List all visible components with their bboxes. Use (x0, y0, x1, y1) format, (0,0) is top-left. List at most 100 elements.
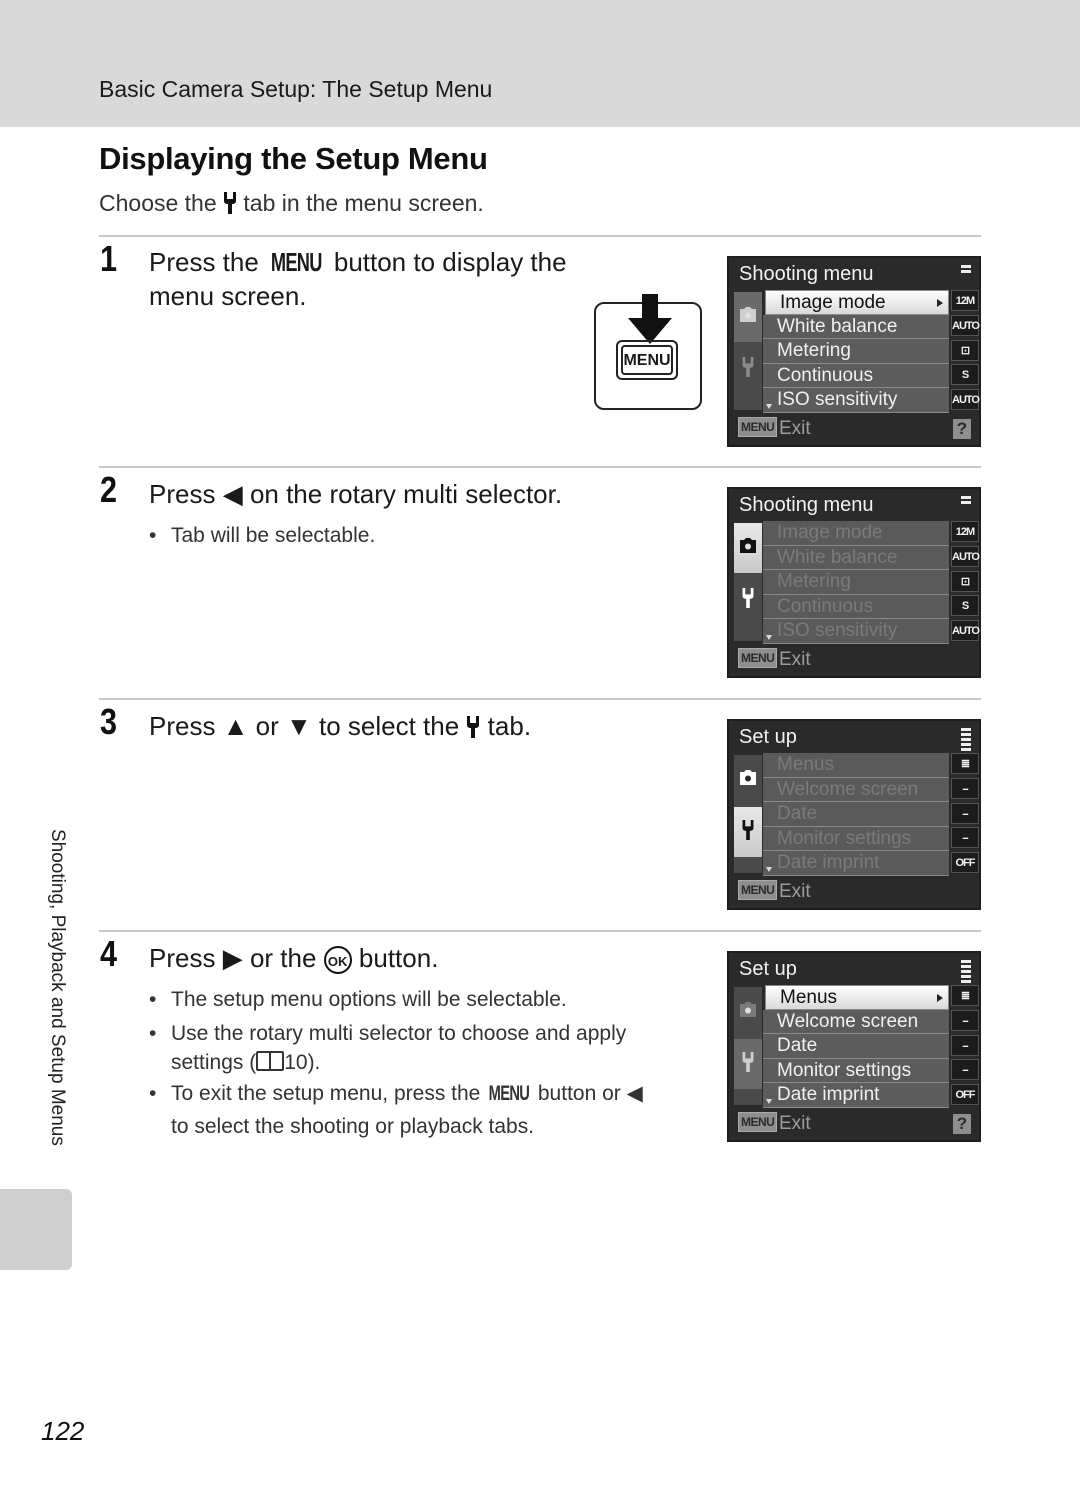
menu-item-label: Welcome screen (777, 1010, 919, 1032)
setting-value-icon: ⊡ (951, 570, 979, 592)
wrench-icon (224, 192, 237, 214)
menu-button-label: MENU (621, 345, 673, 375)
menu-item[interactable]: White balance (763, 545, 949, 571)
menu-item[interactable]: Image mode (763, 521, 949, 546)
tab-setup[interactable] (734, 344, 762, 394)
right-arrow-icon: ▶ (222, 943, 243, 973)
camera-icon (739, 538, 757, 558)
menu-item[interactable]: Monitor settings (763, 1058, 949, 1084)
intro-text-before: Choose the (99, 190, 217, 216)
setting-icons: ≣ -- -- -- OFF (951, 753, 979, 877)
menu-item-label: Date (777, 803, 818, 825)
setting-value-icon: AUTO (951, 545, 980, 567)
menu-item[interactable]: Menus (765, 985, 949, 1010)
menu-item[interactable]: Date imprint (763, 851, 949, 876)
menu-item-label: Metering (777, 571, 851, 593)
bullet-item: • The setup menu options will be selectab… (149, 988, 567, 1011)
chapter-side-label: Shooting, Playback and Setup Menus (47, 829, 68, 1146)
setting-value-icon: S (951, 364, 979, 386)
menu-button-hint: MENU (738, 880, 778, 900)
exit-label: Exit (779, 418, 811, 439)
down-arrow-icon: ▼ (286, 711, 312, 741)
menu-item[interactable]: ISO sensitivity (763, 388, 949, 413)
menu-item[interactable]: Menus (763, 753, 949, 778)
tab-setup[interactable] (734, 575, 762, 625)
menu-item[interactable]: Continuous (763, 363, 949, 389)
up-arrow-icon: ▲ (222, 711, 249, 741)
step-3-or: or (255, 711, 279, 741)
section-header: Basic Camera Setup: The Setup Menu (99, 76, 493, 102)
scroll-indicator (961, 960, 971, 985)
screen-title: Shooting menu (739, 494, 874, 516)
screen-title: Set up (739, 726, 797, 748)
menu-item-label: Date imprint (777, 852, 880, 874)
menu-item[interactable]: Image mode (765, 290, 949, 315)
menu-item-label: White balance (777, 546, 898, 568)
step-2-text-after: on the rotary multi selector. (249, 479, 563, 509)
camera-menu-screen: Shooting menu Image mode White balance Mete… (727, 487, 981, 678)
bullet-text: Use the rotary multi selector to choose … (171, 1022, 627, 1045)
menu-item-label: White balance (777, 315, 898, 337)
menu-item[interactable]: Continuous (763, 594, 949, 620)
menu-item-label: Metering (777, 340, 851, 362)
menu-item-label: Image mode (780, 292, 886, 313)
setting-value-icon: AUTO (951, 314, 980, 336)
step-number: 4 (100, 933, 118, 974)
setting-value-icon: -- (951, 827, 979, 849)
tab-shooting[interactable] (734, 755, 762, 805)
menu-item-label: Monitor settings (777, 827, 912, 849)
intro-text-after: tab in the menu screen. (243, 190, 484, 216)
menu-item[interactable]: Metering (763, 339, 949, 364)
page-number: 122 (41, 1416, 85, 1446)
menu-item-label: Menus (777, 754, 835, 775)
header-band (0, 0, 1080, 127)
menu-item[interactable]: White balance (763, 314, 949, 340)
step-number: 1 (100, 238, 118, 279)
menu-item[interactable]: Metering (763, 570, 949, 595)
scroll-indicator (961, 265, 971, 275)
bullet-text: ). (307, 1051, 321, 1074)
step-4-text: Press ▶ or the OK button. (149, 941, 649, 975)
step-number: 2 (100, 469, 118, 510)
exit-label: Exit (779, 881, 811, 902)
setting-value-icon: S (951, 595, 979, 617)
menu-item[interactable]: Welcome screen (763, 777, 949, 803)
menu-item[interactable]: Date imprint (763, 1083, 949, 1108)
menu-button-glyph: MENU (488, 1082, 530, 1105)
menu-item[interactable]: ISO sensitivity (763, 619, 949, 644)
step-1-text-before: Press the (149, 247, 259, 277)
menu-item[interactable]: Welcome screen (763, 1009, 949, 1035)
menu-item[interactable]: Date (763, 1034, 949, 1059)
camera-menu-screen: Set up Menus Welcome screen Date Monitor set… (727, 951, 981, 1142)
wrench-icon (741, 819, 755, 845)
step-3-text-mid: to select the (319, 711, 460, 741)
tab-shooting[interactable] (734, 292, 762, 342)
menu-button-illustration: MENU (594, 294, 702, 410)
chapter-tab (0, 1189, 72, 1270)
wrench-icon (741, 587, 755, 613)
tab-shooting[interactable] (734, 987, 762, 1037)
wrench-icon (741, 356, 755, 382)
step-4-text-after: button. (358, 943, 439, 973)
menu-item[interactable]: Monitor settings (763, 826, 949, 852)
divider (99, 930, 981, 932)
menu-list: Menus Welcome screen Date Monitor settings D… (763, 753, 949, 876)
tab-shooting[interactable] (734, 523, 762, 573)
divider (99, 698, 981, 700)
setting-value-icon: -- (951, 802, 979, 824)
tab-setup[interactable] (734, 807, 762, 857)
setting-value-icon: ≣ (951, 985, 979, 1006)
screen-title: Shooting menu (739, 263, 874, 285)
menu-item-label: Menus (780, 987, 838, 1008)
menu-list: Image mode White balance Metering Continuou… (763, 290, 949, 413)
menu-item[interactable]: Date (763, 802, 949, 827)
camera-icon (739, 770, 757, 790)
step-3-text: Press ▲ or ▼ to select the tab. (149, 709, 649, 743)
step-4-text-mid: or the (249, 943, 317, 973)
tab-setup[interactable] (734, 1039, 762, 1089)
setting-icons: 12M AUTO ⊡ S AUTO (951, 290, 980, 414)
menu-list: Image mode White balance Metering Continuou… (763, 521, 949, 644)
menu-button-hint: MENU (738, 648, 778, 668)
camera-icon (739, 1002, 757, 1022)
menu-button-hint: MENU (738, 1112, 778, 1132)
